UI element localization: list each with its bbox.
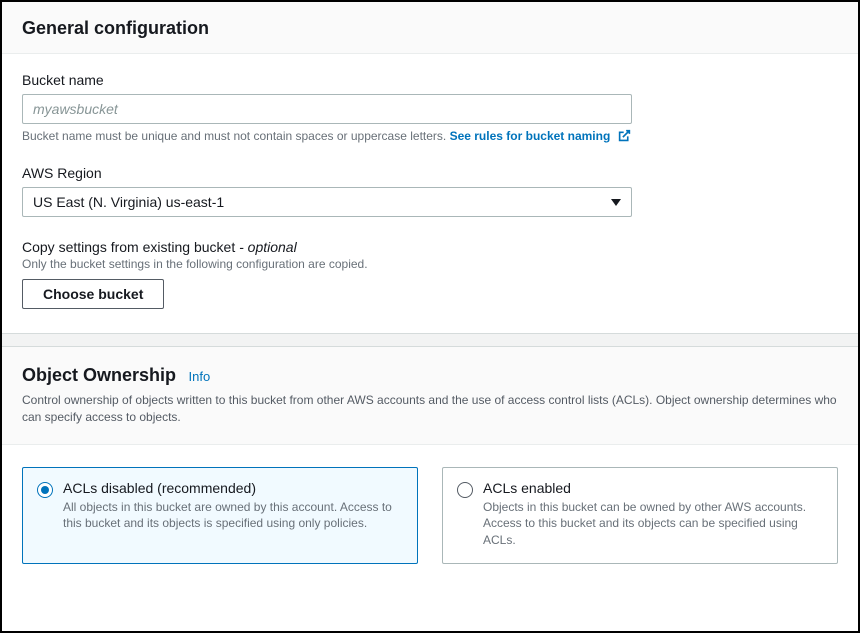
acls-enabled-desc: Objects in this bucket can be owned by o… [483,499,823,549]
bucket-name-hint-text: Bucket name must be unique and must not … [22,129,450,143]
ownership-info-link[interactable]: Info [188,369,210,384]
copy-settings-label: Copy settings from existing bucket - opt… [22,239,838,255]
acls-disabled-title: ACLs disabled (recommended) [63,480,403,496]
copy-settings-group: Copy settings from existing bucket - opt… [22,239,838,309]
general-config-title: General configuration [22,18,838,39]
copy-settings-hint: Only the bucket settings in the followin… [22,257,838,271]
acls-disabled-tile[interactable]: ACLs disabled (recommended) All objects … [22,467,418,564]
region-label: AWS Region [22,165,838,181]
region-select-wrap: US East (N. Virginia) us-east-1 [22,187,632,217]
bucket-name-label: Bucket name [22,72,838,88]
ownership-title: Object Ownership [22,365,176,386]
choose-bucket-button[interactable]: Choose bucket [22,279,164,309]
general-config-body: Bucket name Bucket name must be unique a… [2,54,858,333]
panel-divider [2,333,858,347]
tile-content: ACLs enabled Objects in this bucket can … [483,480,823,549]
copy-settings-label-text: Copy settings from existing bucket [22,239,235,255]
object-ownership-panel: Object Ownership Info Control ownership … [2,347,858,586]
bucket-naming-rules-link[interactable]: See rules for bucket naming [450,129,631,143]
radio-icon [37,482,53,498]
external-link-icon [618,129,631,142]
tile-content: ACLs disabled (recommended) All objects … [63,480,403,549]
ownership-header: Object Ownership Info [2,347,858,386]
bucket-name-group: Bucket name Bucket name must be unique a… [22,72,838,143]
acls-enabled-title: ACLs enabled [483,480,823,496]
optional-text: - optional [235,239,296,255]
acls-enabled-tile[interactable]: ACLs enabled Objects in this bucket can … [442,467,838,564]
region-selected-value: US East (N. Virginia) us-east-1 [33,194,224,210]
rules-link-text: See rules for bucket naming [450,129,611,143]
ownership-options: ACLs disabled (recommended) All objects … [2,445,858,586]
ownership-description: Control ownership of objects written to … [2,386,858,445]
region-select[interactable]: US East (N. Virginia) us-east-1 [22,187,632,217]
general-config-header: General configuration [2,2,858,54]
general-configuration-panel: General configuration Bucket name Bucket… [2,2,858,333]
radio-icon [457,482,473,498]
acls-disabled-desc: All objects in this bucket are owned by … [63,499,403,533]
bucket-name-input[interactable] [22,94,632,124]
chevron-down-icon [611,199,621,206]
region-group: AWS Region US East (N. Virginia) us-east… [22,165,838,217]
bucket-name-hint: Bucket name must be unique and must not … [22,129,838,143]
